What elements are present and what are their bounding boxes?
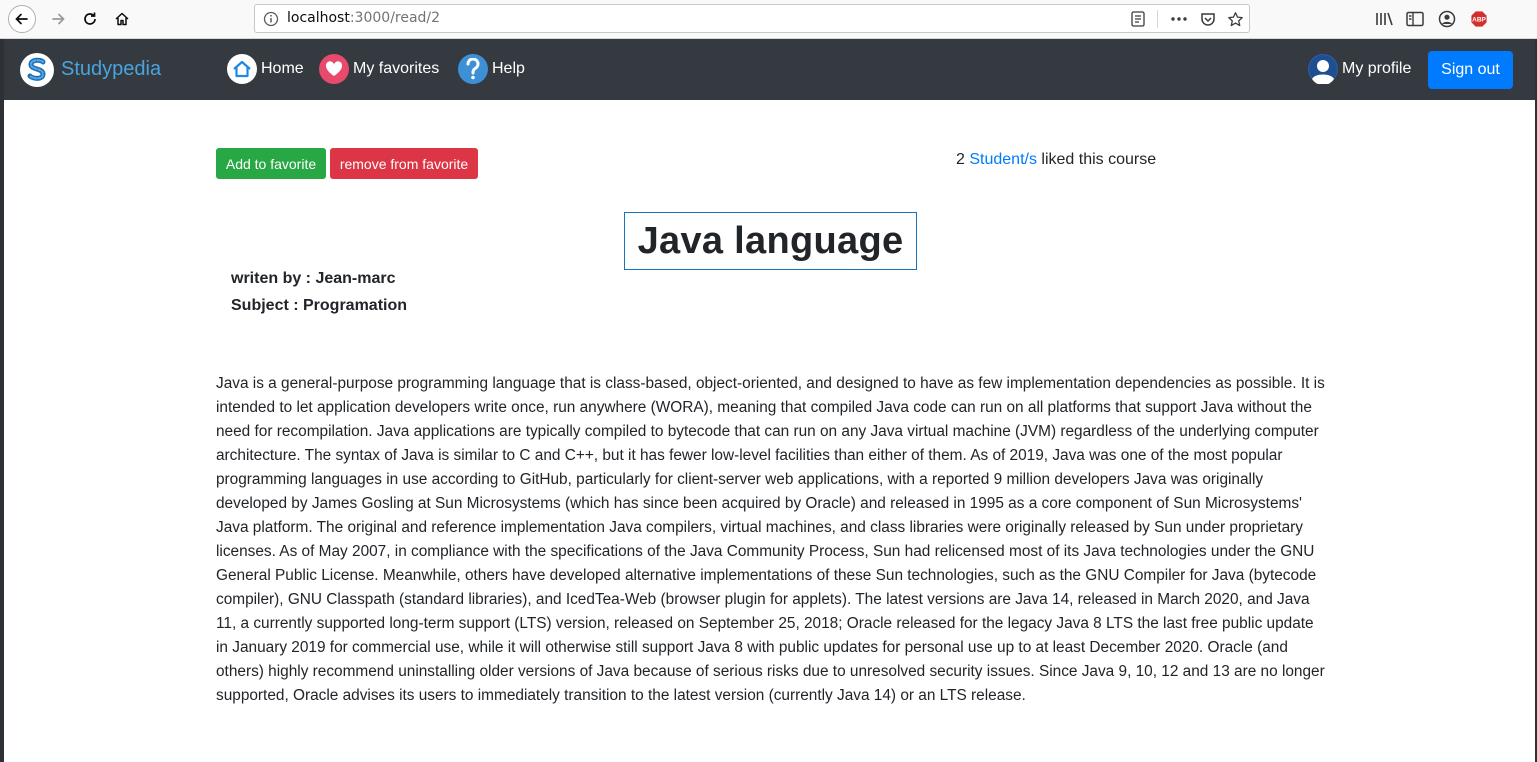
bookmark-star-icon[interactable] <box>1225 10 1245 28</box>
url-path: :3000/read/2 <box>349 10 441 26</box>
account-icon[interactable] <box>1437 9 1457 29</box>
reload-icon <box>84 12 96 25</box>
url-host: localhost <box>287 10 350 26</box>
course-subject: Subject : Programation <box>231 297 408 314</box>
brand[interactable]: Studypedia <box>20 52 161 87</box>
reader-view-icon[interactable] <box>1129 10 1147 28</box>
nav-help[interactable]: Help <box>458 53 525 85</box>
nav-help-label: Help <box>492 60 525 77</box>
course-author: writen by : Jean-marc <box>231 270 396 287</box>
address-bar[interactable]: localhost:3000/read/2 <box>254 4 1250 33</box>
students-link[interactable]: Student/s <box>969 151 1037 168</box>
likes-count: 2 <box>956 151 965 168</box>
question-icon <box>458 54 488 84</box>
remove-from-favorite-button[interactable]: remove from favorite <box>330 148 478 179</box>
user-avatar-icon <box>1308 54 1338 84</box>
nav-favorites-label: My favorites <box>353 60 440 77</box>
sign-out-button[interactable]: Sign out <box>1428 51 1513 89</box>
studypedia-logo-icon <box>20 52 54 87</box>
likes-info: 2 Student/s liked this course <box>956 151 1156 169</box>
url-divider <box>1157 10 1158 28</box>
home-icon <box>115 12 129 26</box>
svg-text:ABP: ABP <box>1472 17 1486 24</box>
nav-favorites[interactable]: My favorites <box>319 53 439 85</box>
more-actions-icon[interactable] <box>1169 10 1189 28</box>
nav-profile[interactable]: My profile <box>1308 53 1411 85</box>
browser-home-button[interactable] <box>108 5 136 33</box>
course-content: Java is a general-purpose programming la… <box>216 375 1325 704</box>
arrow-left-icon <box>15 13 28 25</box>
arrow-right-icon <box>52 13 65 25</box>
window-edge-left <box>0 39 4 762</box>
nav-profile-label: My profile <box>1342 60 1412 77</box>
heart-icon <box>319 54 349 84</box>
adblock-icon[interactable]: ABP <box>1469 9 1489 29</box>
nav-home[interactable]: Home <box>227 53 304 85</box>
library-icon[interactable] <box>1374 9 1394 29</box>
course-title-box: Java language <box>624 212 917 270</box>
info-icon[interactable] <box>263 11 279 27</box>
likes-suffix: liked this course <box>1041 151 1157 168</box>
forward-button[interactable] <box>44 5 72 33</box>
nav-home-label: Home <box>261 60 304 77</box>
add-to-favorite-button[interactable]: Add to favorite <box>216 148 326 179</box>
course-title: Java language <box>637 219 904 262</box>
pocket-icon[interactable] <box>1198 10 1218 28</box>
brand-name: Studypedia <box>61 58 162 80</box>
home-icon <box>227 54 257 84</box>
sidebar-icon[interactable] <box>1405 9 1425 29</box>
url-text[interactable]: localhost:3000/read/2 <box>287 10 440 26</box>
back-button[interactable] <box>8 5 36 33</box>
browser-toolbar: localhost:3000/read/2 ABP <box>0 0 1537 39</box>
reload-button[interactable] <box>76 5 104 33</box>
app-navbar: Studypedia Home My favorites Help My pro… <box>4 39 1535 100</box>
